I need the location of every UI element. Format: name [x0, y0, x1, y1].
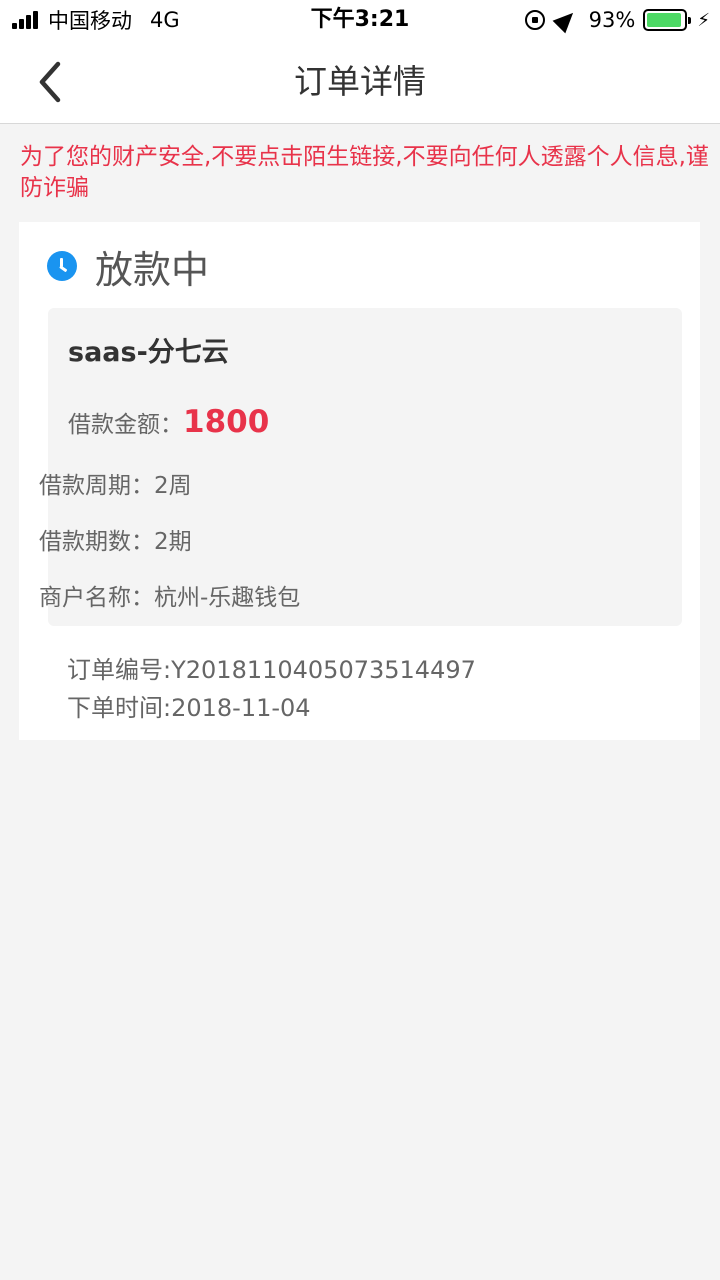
- page-title: 订单详情: [294, 62, 426, 101]
- order-card: 放款中 saas-分七云 借款金额： 1800 借款周期： 2周 借款期数： 2…: [19, 222, 700, 740]
- loan-period-value: 2周: [154, 473, 192, 499]
- battery-icon: [643, 9, 692, 31]
- status-bar-right: 93% ⚡: [524, 0, 710, 40]
- location-arrow-icon: [552, 6, 580, 34]
- order-time-label: 下单时间:: [67, 694, 172, 722]
- loan-installments-label: 借款期数：: [39, 529, 154, 555]
- order-number-value: Y2018110405073514497: [171, 656, 476, 684]
- merchant-value: 杭州-乐趣钱包: [154, 585, 301, 611]
- status-bar: 中国移动 4G 下午3:21 93% ⚡: [0, 0, 720, 40]
- loan-period-label: 借款周期：: [39, 473, 154, 499]
- order-time-value: 2018-11-04: [171, 694, 311, 722]
- orientation-lock-icon: [524, 10, 545, 30]
- loan-installments-value: 2期: [154, 529, 192, 555]
- order-time: 下单时间:2018-11-04: [67, 688, 311, 723]
- order-number-label: 订单编号:: [67, 656, 172, 684]
- loan-amount-row: 借款金额： 1800: [68, 404, 269, 440]
- loan-amount-value: 1800: [183, 404, 270, 440]
- merchant-row: 商户名称： 杭州-乐趣钱包: [39, 578, 300, 612]
- loan-installments-row: 借款期数： 2期: [39, 522, 192, 556]
- battery-percentage: 93%: [588, 8, 636, 32]
- security-warning: 为了您的财产安全,不要点击陌生链接,不要向任何人透露个人信息,谨防诈骗: [20, 144, 709, 201]
- navigation-bar: 订单详情: [0, 40, 720, 124]
- order-number: 订单编号:Y2018110405073514497: [67, 650, 476, 685]
- charging-bolt-icon: ⚡: [697, 9, 710, 31]
- order-status-label: 放款中: [95, 247, 210, 292]
- merchant-label: 商户名称：: [39, 585, 154, 611]
- product-name: saas-分七云: [68, 337, 229, 368]
- loan-period-row: 借款周期： 2周: [39, 466, 192, 500]
- order-status: 放款中: [47, 244, 209, 292]
- battery-fill: [647, 13, 681, 27]
- clock-icon: [47, 251, 77, 281]
- loan-amount-label: 借款金额：: [68, 412, 183, 438]
